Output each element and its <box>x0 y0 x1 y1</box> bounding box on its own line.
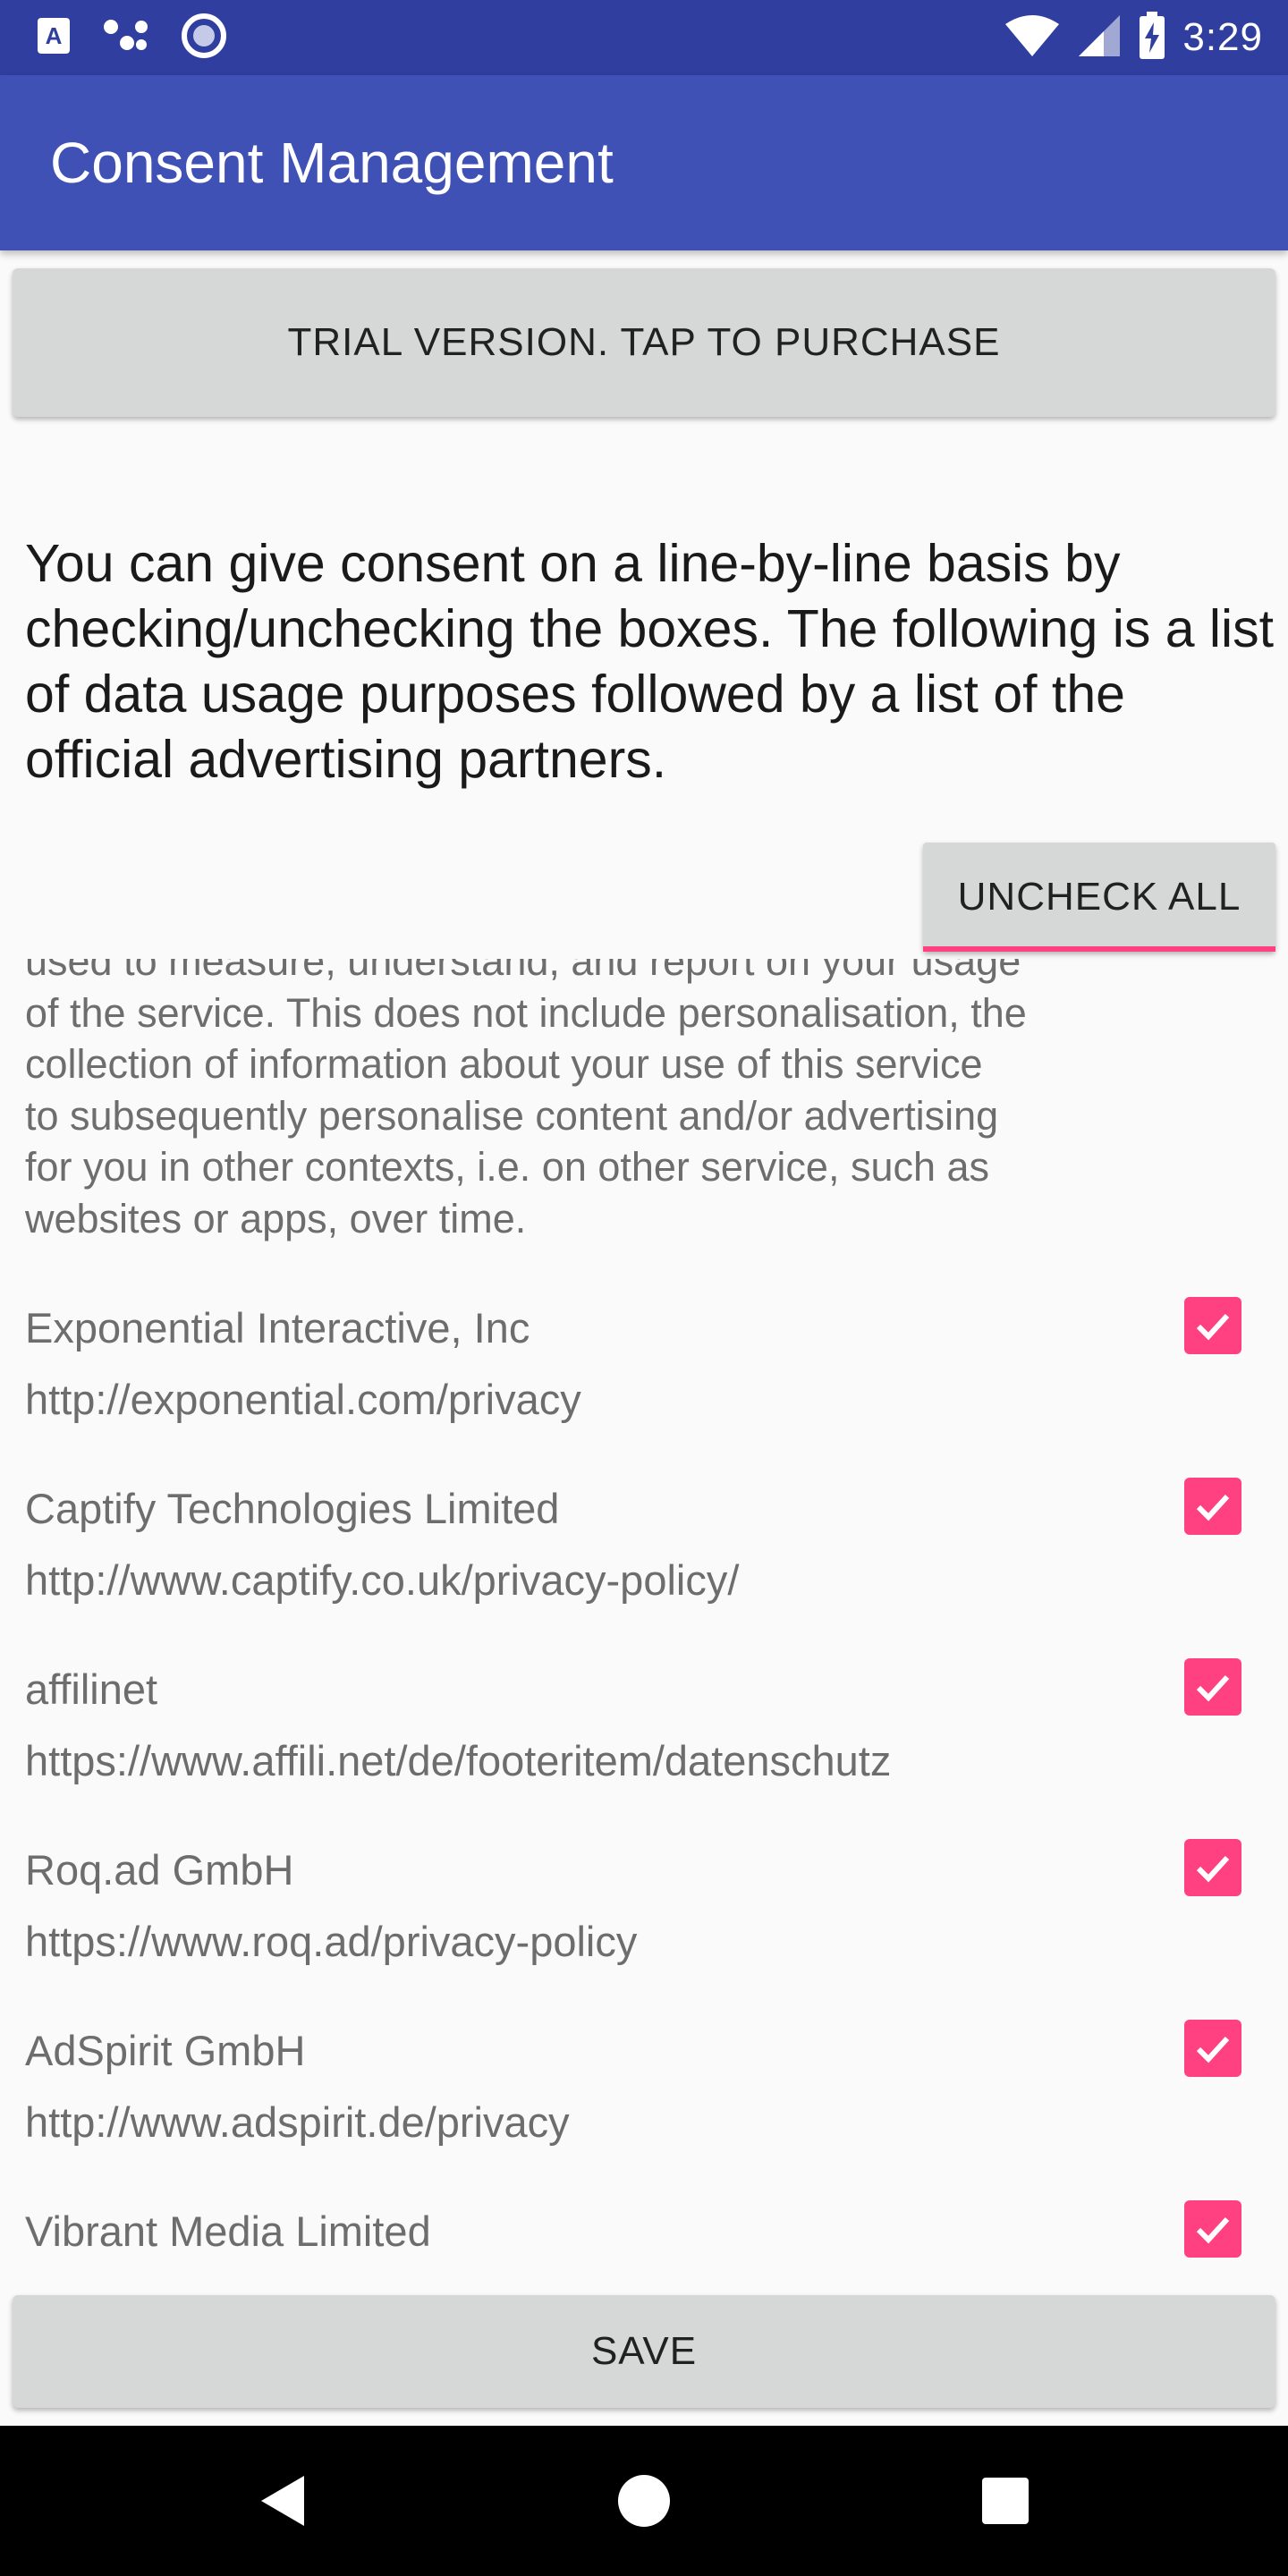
uncheck-all-focus-indicator <box>923 946 1275 952</box>
svg-text:A: A <box>46 22 63 49</box>
vendor-name: Exponential Interactive, Inc <box>25 1304 530 1352</box>
vendor-url: http://www.captify.co.uk/privacy-policy/ <box>25 1556 740 1604</box>
checkmark-icon <box>1196 1494 1230 1521</box>
back-button[interactable] <box>247 2465 318 2537</box>
purpose-description: used to measure, understand, and report … <box>25 959 1134 1244</box>
signal-icon <box>1077 13 1122 63</box>
list-item: Captify Technologies Limited http://www.… <box>0 1478 1288 1664</box>
vendor-name: AdSpirit GmbH <box>25 2027 306 2074</box>
uncheck-all-button[interactable]: UNCHECK ALL <box>923 843 1275 952</box>
save-button[interactable]: SAVE <box>13 2295 1275 2408</box>
list-item: Vibrant Media Limited <box>0 2200 1288 2292</box>
list-item: Exponential Interactive, Inc http://expo… <box>0 1297 1288 1483</box>
purpose-description-line: collection of information about your use… <box>25 1041 983 1087</box>
purpose-description-line: websites or apps, over time. <box>25 1195 527 1241</box>
vendor-url: https://www.affili.net/de/footeritem/dat… <box>25 1737 892 1784</box>
vendor-url: https://www.roq.ad/privacy-policy <box>25 1918 638 1965</box>
page-title: Consent Management <box>50 131 614 195</box>
vendor-name: Vibrant Media Limited <box>25 2207 431 2255</box>
trial-purchase-button[interactable]: TRIAL VERSION. TAP TO PURCHASE <box>13 268 1275 417</box>
vendor-checkbox[interactable] <box>1184 2020 1241 2077</box>
list-item: Roq.ad GmbH https://www.roq.ad/privacy-p… <box>0 1839 1288 2025</box>
home-icon <box>618 2475 670 2527</box>
a-notification-icon: A <box>36 16 72 60</box>
purpose-description-line: for you in other contexts, i.e. on other… <box>25 1144 990 1190</box>
checkmark-icon <box>1196 1313 1230 1341</box>
dots-notification-icon <box>102 16 150 60</box>
notification-icons: A <box>36 13 227 60</box>
vendor-url: http://www.adspirit.de/privacy <box>25 2098 570 2146</box>
status-time: 3:29 <box>1182 15 1263 59</box>
purpose-description-line: used to measure, understand, and report … <box>25 959 1021 984</box>
navigation-bar <box>0 2426 1288 2576</box>
vendor-checkbox[interactable] <box>1184 1297 1241 1354</box>
consent-list[interactable]: used to measure, understand, and report … <box>0 959 1288 2292</box>
battery-charging-icon <box>1138 11 1166 64</box>
vendor-checkbox[interactable] <box>1184 1839 1241 1896</box>
circle-notification-icon <box>181 13 227 64</box>
vendor-checkbox[interactable] <box>1184 1478 1241 1535</box>
vendor-url: http://exponential.com/privacy <box>25 1376 581 1423</box>
list-item: affilinet https://www.affili.net/de/foot… <box>0 1658 1288 1844</box>
wifi-icon <box>1004 13 1061 63</box>
checkmark-icon <box>1196 1855 1230 1883</box>
vendor-checkbox[interactable] <box>1184 2200 1241 2258</box>
vendor-name: Roq.ad GmbH <box>25 1846 294 1894</box>
checkmark-icon <box>1196 1674 1230 1702</box>
status-bar: A 3:29 <box>0 0 1288 75</box>
purpose-description-line: of the service. This does not include pe… <box>25 989 1027 1036</box>
vendor-name: Captify Technologies Limited <box>25 1485 560 1532</box>
system-icons: 3:29 <box>1004 11 1263 64</box>
purpose-description-line: to subsequently personalise content and/… <box>25 1092 999 1139</box>
checkmark-icon <box>1196 2036 1230 2063</box>
vendor-name: affilinet <box>25 1665 158 1713</box>
recents-button[interactable] <box>970 2465 1041 2537</box>
list-item: AdSpirit GmbH http://www.adspirit.de/pri… <box>0 2020 1288 2206</box>
checkmark-icon <box>1196 2216 1230 2244</box>
intro-text: You can give consent on a line-by-line b… <box>25 534 1275 789</box>
recents-icon <box>982 2478 1029 2524</box>
vendor-checkbox[interactable] <box>1184 1658 1241 1716</box>
back-icon <box>261 2476 304 2526</box>
home-button[interactable] <box>608 2465 680 2537</box>
app-bar: Consent Management <box>0 75 1288 250</box>
